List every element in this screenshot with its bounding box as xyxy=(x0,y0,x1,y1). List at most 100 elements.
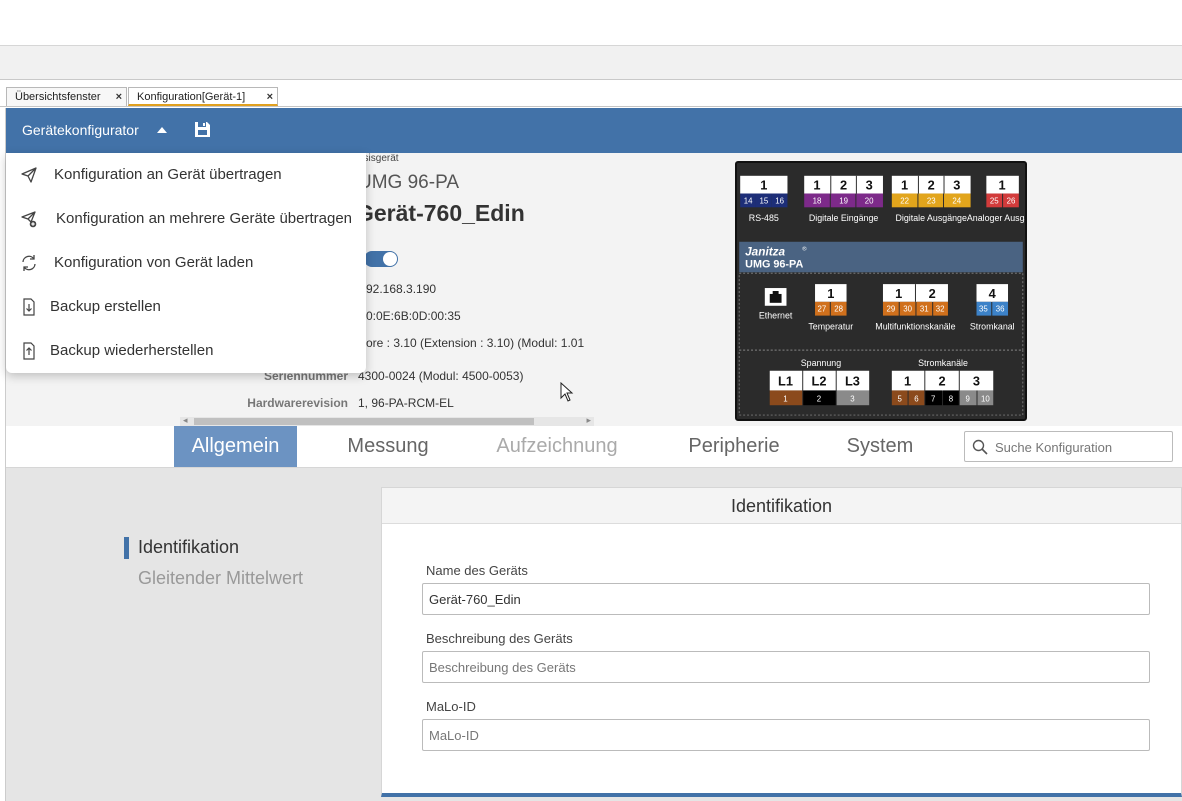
pin-number: 5 xyxy=(898,394,903,403)
send-multiple-icon xyxy=(21,211,37,228)
connector-label: Stromkanal xyxy=(970,321,1015,331)
device-toggle[interactable] xyxy=(364,251,398,267)
brand-mark: ® xyxy=(802,246,807,253)
device-description-field[interactable] xyxy=(422,651,1150,683)
search-icon xyxy=(972,439,988,455)
close-icon[interactable]: × xyxy=(116,88,122,106)
menu-item-label: Konfiguration an mehrere Geräte übertrag… xyxy=(56,210,353,227)
current-label: Stromkanäle xyxy=(918,358,968,368)
pin-number: 31 xyxy=(920,305,929,314)
malo-id-field[interactable] xyxy=(422,719,1150,751)
brand-logo: Janitza xyxy=(745,245,785,259)
pin-number: 18 xyxy=(813,196,822,205)
field-label-malo: MaLo-ID xyxy=(426,699,476,714)
rs485-connector[interactable]: 1 14 15 16 RS-485 xyxy=(740,175,788,223)
menu-item-label: Konfiguration an Gerät übertragen xyxy=(54,166,282,183)
menu-item-transfer[interactable]: Konfiguration an Gerät übertragen xyxy=(6,153,366,197)
app-header: Gerätekonfigurator xyxy=(6,108,1182,153)
field-label-description: Beschreibung des Geräts xyxy=(426,631,573,646)
pin-number: 7 xyxy=(931,394,935,403)
toggle-knob xyxy=(383,252,397,266)
device-name: Gerät-760_Edin xyxy=(356,200,525,226)
connector-number: 3 xyxy=(973,374,980,389)
pin-number: 28 xyxy=(834,305,843,314)
tab-aufzeichnung[interactable]: Aufzeichnung xyxy=(484,426,630,467)
menu-item-load[interactable]: Konfiguration von Gerät laden xyxy=(6,241,366,285)
backup-create-icon xyxy=(23,298,35,316)
menu-item-backup-restore[interactable]: Backup wiederherstellen xyxy=(6,329,366,373)
tab-overview[interactable]: Übersichtsfenster × xyxy=(6,87,127,106)
config-nav: Allgemein Messung Aufzeichnung Peripheri… xyxy=(6,426,1182,468)
caret-up-icon[interactable] xyxy=(157,127,167,133)
pin-number: 24 xyxy=(952,196,961,205)
multifunction-connector[interactable]: 1 2 29 30 31 32 Multifunktionskanäle xyxy=(875,284,956,331)
connector-number: 1 xyxy=(760,178,767,193)
scroll-right-icon[interactable]: ▸ xyxy=(586,415,591,426)
identification-card: Identifikation Name des Geräts Beschreib… xyxy=(381,487,1182,797)
connector-number: 2 xyxy=(938,374,945,389)
device-firmware: ore : 3.10 (Extension : 3.10) (Modul: 1.… xyxy=(366,336,585,350)
device-model: UMG 96-PA xyxy=(358,172,460,193)
menu-item-label: Backup wiederherstellen xyxy=(50,342,214,359)
sidebar-item-identifikation[interactable]: Identifikation xyxy=(138,537,239,558)
connector-number: 2 xyxy=(929,286,936,301)
pin-number: 19 xyxy=(839,196,848,205)
save-icon[interactable] xyxy=(194,121,211,138)
scroll-left-icon[interactable]: ◂ xyxy=(183,415,188,426)
tab-peripherie[interactable]: Peripherie xyxy=(674,426,794,467)
close-icon[interactable]: × xyxy=(267,88,273,106)
device-name-field[interactable] xyxy=(422,583,1150,615)
configurator-menu-button[interactable]: Gerätekonfigurator xyxy=(22,122,139,138)
digital-inputs-connector[interactable]: 1 2 3 18 19 20 Digitale Eingänge xyxy=(804,175,883,223)
voltage-connector[interactable]: L1 L2 L3 1 2 3 xyxy=(769,370,870,406)
pin-number: 9 xyxy=(965,394,969,403)
panel-model: UMG 96-PA xyxy=(745,258,803,270)
menu-item-backup-create[interactable]: Backup erstellen xyxy=(6,285,366,329)
device-terminal-panel: 1 14 15 16 RS-485 1 2 3 18 19 20 Digital… xyxy=(735,161,1027,421)
current-channel-4-connector[interactable]: 4 35 36 Stromkanal xyxy=(970,284,1015,331)
connector-number: L1 xyxy=(778,374,793,389)
pin-number: 14 xyxy=(744,196,753,205)
pin-number: 16 xyxy=(775,196,784,205)
tab-messung[interactable]: Messung xyxy=(328,426,448,467)
tab-label: Konfiguration[Gerät-1] xyxy=(137,91,246,103)
connector-label: RS-485 xyxy=(749,213,779,223)
document-tabs: Übersichtsfenster × Konfiguration[Gerät-… xyxy=(0,80,1182,107)
pin-number: 32 xyxy=(936,305,945,314)
active-section-marker xyxy=(124,537,129,559)
connector-label: Ethernet xyxy=(759,311,793,321)
sidebar-item-mittelwert[interactable]: Gleitender Mittelwert xyxy=(138,568,303,589)
top-bar xyxy=(0,0,1182,46)
mouse-pointer-icon xyxy=(560,382,574,402)
digital-outputs-connector[interactable]: 1 2 3 22 23 24 Digitale Ausgänge xyxy=(891,175,971,223)
pin-number: 6 xyxy=(914,394,919,403)
pin-number: 10 xyxy=(981,394,990,403)
menu-item-transfer-multiple[interactable]: Konfiguration an mehrere Geräte übertrag… xyxy=(6,197,366,241)
pin-number: 23 xyxy=(927,196,936,205)
field-label-name: Name des Geräts xyxy=(426,563,528,578)
search-input[interactable] xyxy=(995,438,1165,456)
analog-output-connector[interactable]: 1 25 26 Analoger Ausgang xyxy=(967,175,1027,223)
pin-number: 3 xyxy=(850,394,855,403)
info-scrollbar[interactable]: ◂ ▸ xyxy=(180,415,594,426)
ethernet-port[interactable]: Ethernet xyxy=(759,288,793,321)
pin-number: 1 xyxy=(783,394,787,403)
search-box[interactable] xyxy=(964,431,1173,462)
pin-number: 36 xyxy=(996,305,1005,314)
connector-label: Multifunktionskanäle xyxy=(875,321,955,331)
connector-number: 3 xyxy=(866,178,873,193)
pin-number: 8 xyxy=(949,394,954,403)
voltage-label: Spannung xyxy=(801,358,841,368)
connector-number: 4 xyxy=(989,286,997,301)
current-channels-connector[interactable]: 1 2 3 5 6 7 8 9 10 xyxy=(891,370,994,406)
pin-number: 27 xyxy=(818,305,827,314)
tab-allgemein[interactable]: Allgemein xyxy=(174,426,297,467)
connector-number: 1 xyxy=(895,286,902,301)
connector-label: Temperatur xyxy=(808,321,853,331)
scroll-thumb[interactable] xyxy=(194,418,534,425)
menu-item-label: Backup erstellen xyxy=(50,298,161,315)
tab-system[interactable]: System xyxy=(832,426,928,467)
connector-number: 2 xyxy=(928,178,935,193)
temperature-connector[interactable]: 1 27 28 Temperatur xyxy=(808,284,853,331)
tab-configuration[interactable]: Konfiguration[Gerät-1] × xyxy=(128,87,278,106)
